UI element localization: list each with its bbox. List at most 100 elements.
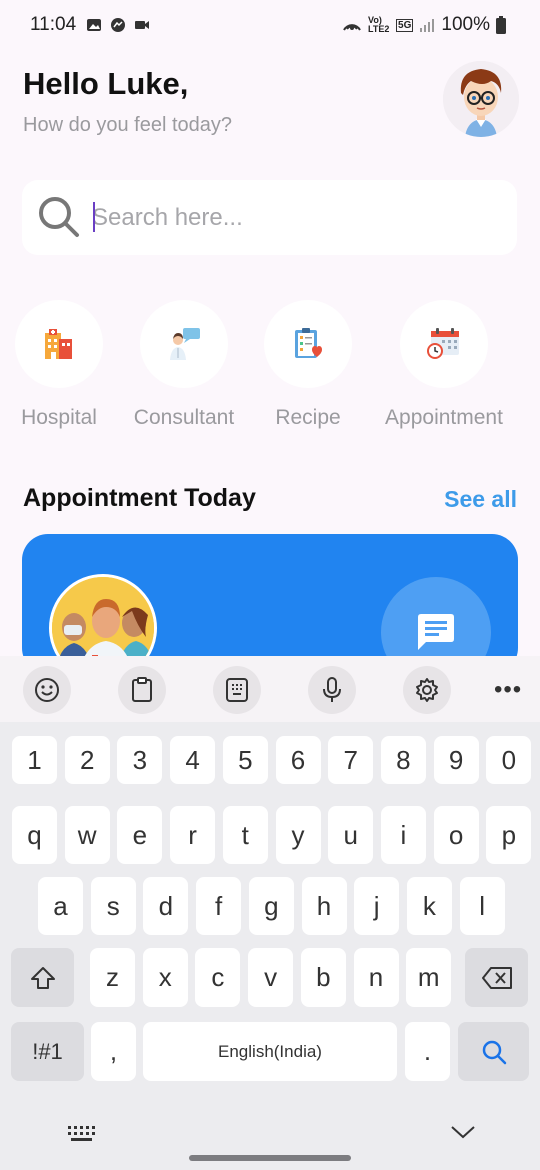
number-key-1[interactable]: 1 — [12, 736, 57, 784]
avatar-illustration — [443, 61, 519, 137]
letter-key-n[interactable]: n — [353, 948, 399, 1007]
greeting-subtitle: How do you feel today? — [23, 114, 233, 136]
keypad-button[interactable] — [213, 666, 261, 714]
letter-key-y[interactable]: y — [275, 806, 321, 864]
letter-key-z[interactable]: z — [90, 948, 135, 1007]
signal-icon — [420, 19, 435, 32]
status-time: 11:04 — [30, 14, 77, 35]
chevron-down-icon[interactable] — [450, 1124, 476, 1140]
category-label: Hospital — [21, 406, 97, 429]
letter-key-l[interactable]: l — [459, 877, 505, 935]
comma-key[interactable]: , — [91, 1022, 136, 1081]
network-badge: 5G — [396, 18, 414, 32]
search-icon — [482, 1040, 506, 1064]
avatar[interactable] — [443, 61, 519, 137]
search-key[interactable] — [458, 1022, 529, 1081]
video-icon — [135, 21, 149, 29]
category-label: Recipe — [275, 406, 341, 429]
greeting-title: Hello Luke, — [23, 66, 189, 101]
letter-key-t[interactable]: t — [222, 806, 268, 864]
backspace-key[interactable] — [465, 948, 528, 1007]
number-key-3[interactable]: 3 — [117, 736, 163, 784]
letter-key-u[interactable]: u — [328, 806, 374, 864]
appointment-icon — [427, 328, 459, 359]
shift-icon — [30, 966, 55, 989]
letter-key-w[interactable]: w — [64, 806, 110, 864]
keypad-icon — [226, 678, 248, 702]
home-indicator[interactable] — [189, 1155, 351, 1161]
letter-key-o[interactable]: o — [433, 806, 479, 864]
mic-icon — [323, 677, 341, 702]
number-key-7[interactable]: 7 — [328, 736, 374, 784]
letter-key-v[interactable]: v — [248, 948, 294, 1007]
clipboard-icon — [132, 677, 152, 702]
section-title: Appointment Today — [23, 484, 256, 512]
letter-key-f[interactable]: f — [196, 877, 242, 935]
letter-key-q[interactable]: q — [12, 806, 57, 864]
space-key[interactable]: English(India) — [143, 1022, 397, 1081]
number-key-6[interactable]: 6 — [275, 736, 321, 784]
number-key-8[interactable]: 8 — [380, 736, 426, 784]
category-circle — [140, 300, 228, 388]
letter-key-a[interactable]: a — [38, 877, 83, 935]
consultant-icon — [170, 328, 200, 360]
recipe-icon — [295, 328, 322, 358]
letter-key-e[interactable]: e — [117, 806, 163, 864]
search-bar[interactable] — [22, 180, 517, 255]
category-circle — [264, 300, 352, 388]
category-recipe[interactable]: Recipe — [243, 300, 373, 430]
letter-key-b[interactable]: b — [300, 948, 346, 1007]
category-hospital[interactable]: Hospital — [0, 300, 124, 430]
symbols-key[interactable]: !#1 — [11, 1022, 84, 1081]
clipboard-button[interactable] — [118, 666, 166, 714]
emoji-button[interactable] — [23, 666, 71, 714]
messenger-icon — [111, 18, 125, 32]
text-cursor — [93, 202, 95, 232]
letter-key-g[interactable]: g — [248, 877, 294, 935]
battery-text: 100% — [441, 14, 490, 35]
voice-input-button[interactable] — [308, 666, 356, 714]
status-bar: 11:04 Vo) LTE2 5G 100% — [0, 0, 540, 52]
see-all-link[interactable]: See all — [444, 486, 517, 513]
letter-key-r[interactable]: r — [170, 806, 216, 864]
letter-key-j[interactable]: j — [354, 877, 400, 935]
volte-indicator: Vo) LTE2 — [368, 15, 390, 34]
number-key-0[interactable]: 0 — [486, 736, 532, 784]
number-key-5[interactable]: 5 — [222, 736, 268, 784]
period-key[interactable]: . — [405, 1022, 450, 1081]
more-icon[interactable]: ••• — [494, 676, 522, 704]
chat-icon — [418, 614, 454, 650]
hotspot-icon — [343, 24, 361, 31]
keyboard: ••• 1234567890 qwertyuiop asdfghjkl zxcvbnm… — [0, 656, 540, 1170]
appointment-card[interactable] — [22, 534, 518, 674]
keyboard-toolbar: ••• — [0, 656, 540, 722]
search-icon[interactable] — [36, 194, 82, 240]
emoji-icon — [35, 678, 59, 702]
category-appointment[interactable]: Appointment — [379, 300, 509, 430]
number-key-4[interactable]: 4 — [170, 736, 216, 784]
letter-key-x[interactable]: x — [142, 948, 188, 1007]
letter-key-m[interactable]: m — [406, 948, 452, 1007]
battery-icon — [496, 16, 506, 34]
letter-key-d[interactable]: d — [143, 877, 189, 935]
number-key-2[interactable]: 2 — [64, 736, 110, 784]
category-label: Appointment — [385, 406, 503, 429]
letter-key-k[interactable]: k — [406, 877, 452, 935]
shift-key[interactable] — [11, 948, 74, 1007]
settings-icon — [416, 678, 438, 702]
letter-key-i[interactable]: i — [380, 806, 426, 864]
number-key-9[interactable]: 9 — [433, 736, 479, 784]
category-circle — [15, 300, 103, 388]
category-consultant[interactable]: Consultant — [119, 300, 249, 430]
gallery-icon — [87, 19, 101, 31]
keyboard-settings-button[interactable] — [403, 666, 451, 714]
letter-key-p[interactable]: p — [486, 806, 532, 864]
letter-key-h[interactable]: h — [301, 877, 347, 935]
category-circle — [400, 300, 488, 388]
search-input[interactable] — [92, 198, 492, 238]
hospital-icon — [45, 329, 72, 359]
category-label: Consultant — [133, 406, 235, 429]
letter-key-c[interactable]: c — [195, 948, 241, 1007]
keyboard-switch-icon[interactable] — [68, 1126, 96, 1142]
letter-key-s[interactable]: s — [90, 877, 136, 935]
